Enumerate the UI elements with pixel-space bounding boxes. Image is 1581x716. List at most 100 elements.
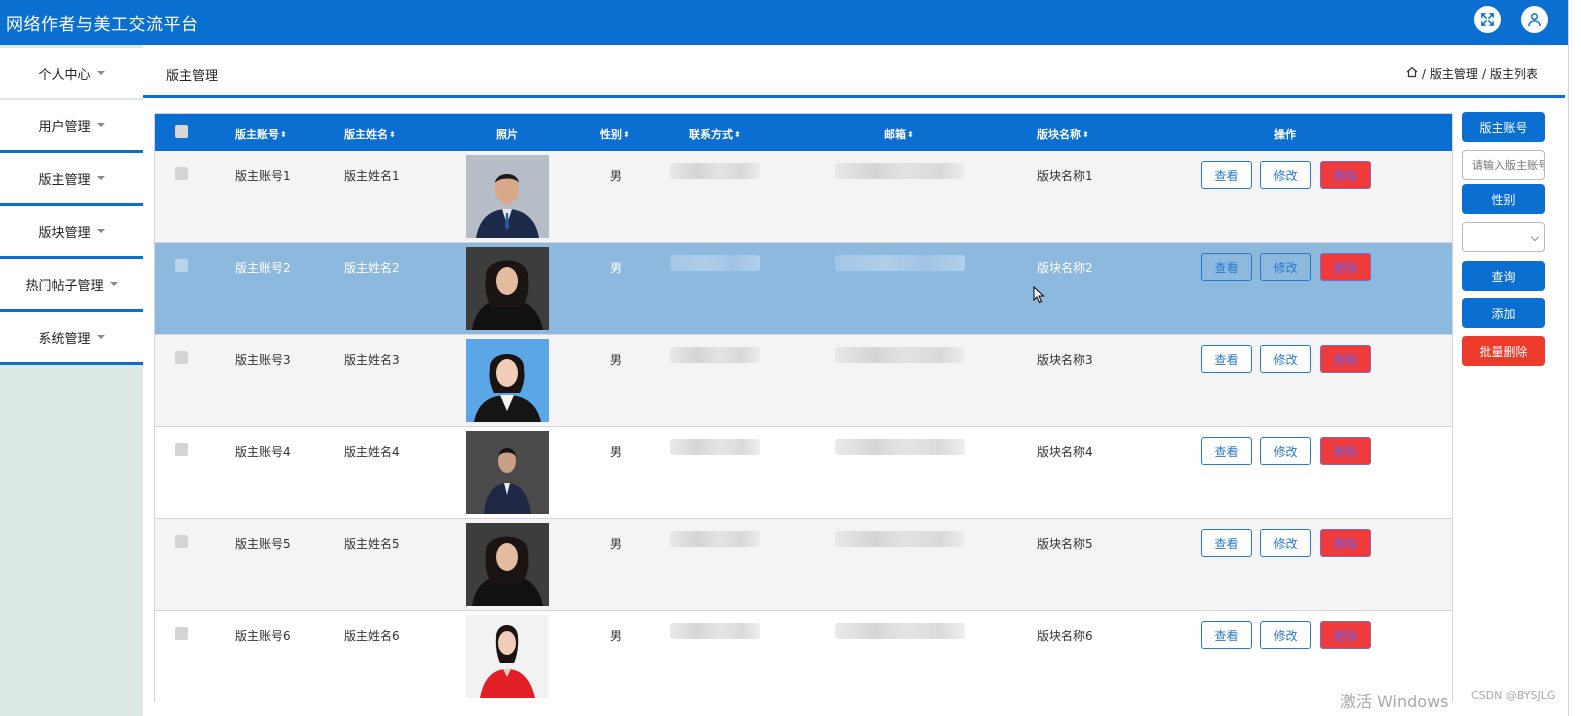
sidebar-item-label: 个人中心 — [38, 67, 91, 83]
moderator-photo — [466, 615, 549, 698]
cell-email-redacted — [835, 623, 965, 639]
add-button[interactable]: 添加 — [1462, 298, 1545, 328]
chevron-down-icon — [1530, 232, 1540, 242]
table-row[interactable]: 版主账号4 版主姓名4 男 版块名称4 查看 修改 删除 — [155, 427, 1452, 519]
cell-contact-redacted — [670, 623, 760, 639]
column-header-gender[interactable]: 性别⬍ — [600, 126, 630, 142]
window-right-edge — [1568, 0, 1581, 716]
sidebar: 个人中心 用户管理 版主管理 版块管理 热门帖子管理 系统管理 — [0, 45, 143, 716]
row-checkbox[interactable] — [175, 443, 188, 456]
column-header-actions: 操作 — [1274, 128, 1296, 141]
cell-account: 版主账号2 — [235, 261, 291, 275]
table-row[interactable]: 版主账号6 版主姓名6 男 版块名称6 查看 修改 删除 — [155, 611, 1452, 703]
cell-contact-redacted — [670, 347, 760, 363]
csdn-watermark: CSDN @BYSJLG — [1471, 689, 1556, 702]
moderator-photo — [466, 523, 549, 606]
breadcrumb-bar: 版主管理 / 版主管理 / 版主列表 — [0, 45, 1565, 98]
sidebar-item-system[interactable]: 系统管理 — [0, 312, 143, 365]
view-button[interactable]: 查看 — [1201, 437, 1252, 465]
breadcrumb-item-current: 版主列表 — [1489, 67, 1538, 81]
column-header-name[interactable]: 版主姓名⬍ — [344, 126, 396, 142]
view-button[interactable]: 查看 — [1201, 621, 1252, 649]
sidebar-item-label: 用户管理 — [38, 119, 91, 135]
column-header-board[interactable]: 版块名称⬍ — [1037, 126, 1089, 142]
caret-down-icon — [96, 176, 105, 180]
cell-board: 版块名称5 — [1037, 537, 1093, 551]
delete-button[interactable]: 删除 — [1320, 253, 1371, 281]
home-icon[interactable] — [1406, 66, 1418, 81]
sidebar-item-boards[interactable]: 版块管理 — [0, 206, 143, 259]
cell-contact-redacted — [670, 163, 760, 179]
page-title: 版主管理 — [166, 69, 219, 84]
fullscreen-icon[interactable] — [1474, 6, 1501, 33]
edit-button[interactable]: 修改 — [1260, 529, 1311, 557]
sort-icon: ⬍ — [280, 130, 287, 139]
edit-button[interactable]: 修改 — [1260, 437, 1311, 465]
table-row[interactable]: 版主账号5 版主姓名5 男 版块名称5 查看 修改 删除 — [155, 519, 1452, 611]
gender-filter-label: 性别 — [1462, 184, 1545, 214]
sidebar-item-users[interactable]: 用户管理 — [0, 100, 143, 153]
app-title: 网络作者与美工交流平台 — [6, 15, 199, 35]
view-button[interactable]: 查看 — [1201, 529, 1252, 557]
cell-contact-redacted — [670, 531, 760, 547]
cell-email-redacted — [835, 439, 965, 455]
delete-button[interactable]: 删除 — [1320, 161, 1371, 189]
cell-email-redacted — [835, 531, 965, 547]
delete-button[interactable]: 删除 — [1320, 621, 1371, 649]
row-checkbox[interactable] — [175, 351, 188, 364]
account-filter-label: 版主账号 — [1462, 112, 1545, 142]
table-row-selected[interactable]: 版主账号2 版主姓名2 男 版块名称2 查看 修改 删除 — [155, 243, 1452, 335]
delete-button[interactable]: 删除 — [1320, 529, 1371, 557]
breadcrumb-item[interactable]: 版主管理 — [1430, 65, 1478, 82]
sort-icon: ⬍ — [1082, 130, 1089, 139]
sort-icon: ⬍ — [623, 130, 630, 139]
user-icon[interactable] — [1521, 6, 1548, 33]
sidebar-item-label: 版主管理 — [38, 172, 91, 188]
top-header: 网络作者与美工交流平台 — [0, 0, 1568, 45]
breadcrumb-separator: / — [1421, 66, 1426, 81]
row-checkbox[interactable] — [175, 259, 188, 272]
edit-button[interactable]: 修改 — [1260, 345, 1311, 373]
sort-icon: ⬍ — [389, 130, 396, 139]
view-button[interactable]: 查看 — [1201, 253, 1252, 281]
cell-email-redacted — [835, 255, 965, 271]
cell-board: 版块名称2 — [1037, 261, 1093, 275]
sidebar-item-label: 版块管理 — [38, 225, 91, 241]
edit-button[interactable]: 修改 — [1260, 161, 1311, 189]
cell-board: 版块名称1 — [1037, 169, 1093, 183]
account-search-input[interactable] — [1462, 150, 1545, 180]
column-header-account[interactable]: 版主账号⬍ — [235, 126, 287, 142]
row-checkbox[interactable] — [175, 535, 188, 548]
view-button[interactable]: 查看 — [1201, 161, 1252, 189]
gender-select[interactable] — [1462, 222, 1545, 252]
cell-contact-redacted — [670, 255, 760, 271]
sidebar-item-moderators[interactable]: 版主管理 — [0, 153, 143, 206]
cell-board: 版块名称4 — [1037, 445, 1093, 459]
sidebar-item-personal-center[interactable]: 个人中心 — [0, 48, 143, 98]
cell-account: 版主账号1 — [235, 169, 291, 183]
column-header-email[interactable]: 邮箱⬍ — [884, 126, 914, 142]
sidebar-item-label: 热门帖子管理 — [25, 278, 104, 294]
delete-button[interactable]: 删除 — [1320, 437, 1371, 465]
cell-name: 版主姓名4 — [344, 445, 400, 459]
edit-button[interactable]: 修改 — [1260, 621, 1311, 649]
query-button[interactable]: 查询 — [1462, 261, 1545, 291]
column-header-contact[interactable]: 联系方式⬍ — [689, 126, 741, 142]
table-row[interactable]: 版主账号1 版主姓名1 男 版块名称1 查看 修改 删除 — [155, 151, 1452, 243]
sidebar-item-hot-posts[interactable]: 热门帖子管理 — [0, 259, 143, 312]
row-checkbox[interactable] — [175, 627, 188, 640]
moderator-photo — [466, 247, 549, 330]
edit-button[interactable]: 修改 — [1260, 253, 1311, 281]
view-button[interactable]: 查看 — [1201, 345, 1252, 373]
table-header: 版主账号⬍ 版主姓名⬍ 照片 性别⬍ 联系方式⬍ 邮箱⬍ 版块名称⬍ 操作 — [155, 114, 1452, 151]
caret-down-icon — [96, 123, 105, 127]
cell-name: 版主姓名1 — [344, 169, 400, 183]
delete-button[interactable]: 删除 — [1320, 345, 1371, 373]
row-checkbox[interactable] — [175, 167, 188, 180]
select-all-checkbox[interactable] — [175, 125, 188, 138]
cell-email-redacted — [835, 347, 965, 363]
batch-delete-button[interactable]: 批量删除 — [1462, 336, 1545, 366]
caret-down-icon — [96, 335, 105, 339]
cell-board: 版块名称3 — [1037, 353, 1093, 367]
table-row[interactable]: 版主账号3 版主姓名3 男 版块名称3 查看 修改 删除 — [155, 335, 1452, 427]
